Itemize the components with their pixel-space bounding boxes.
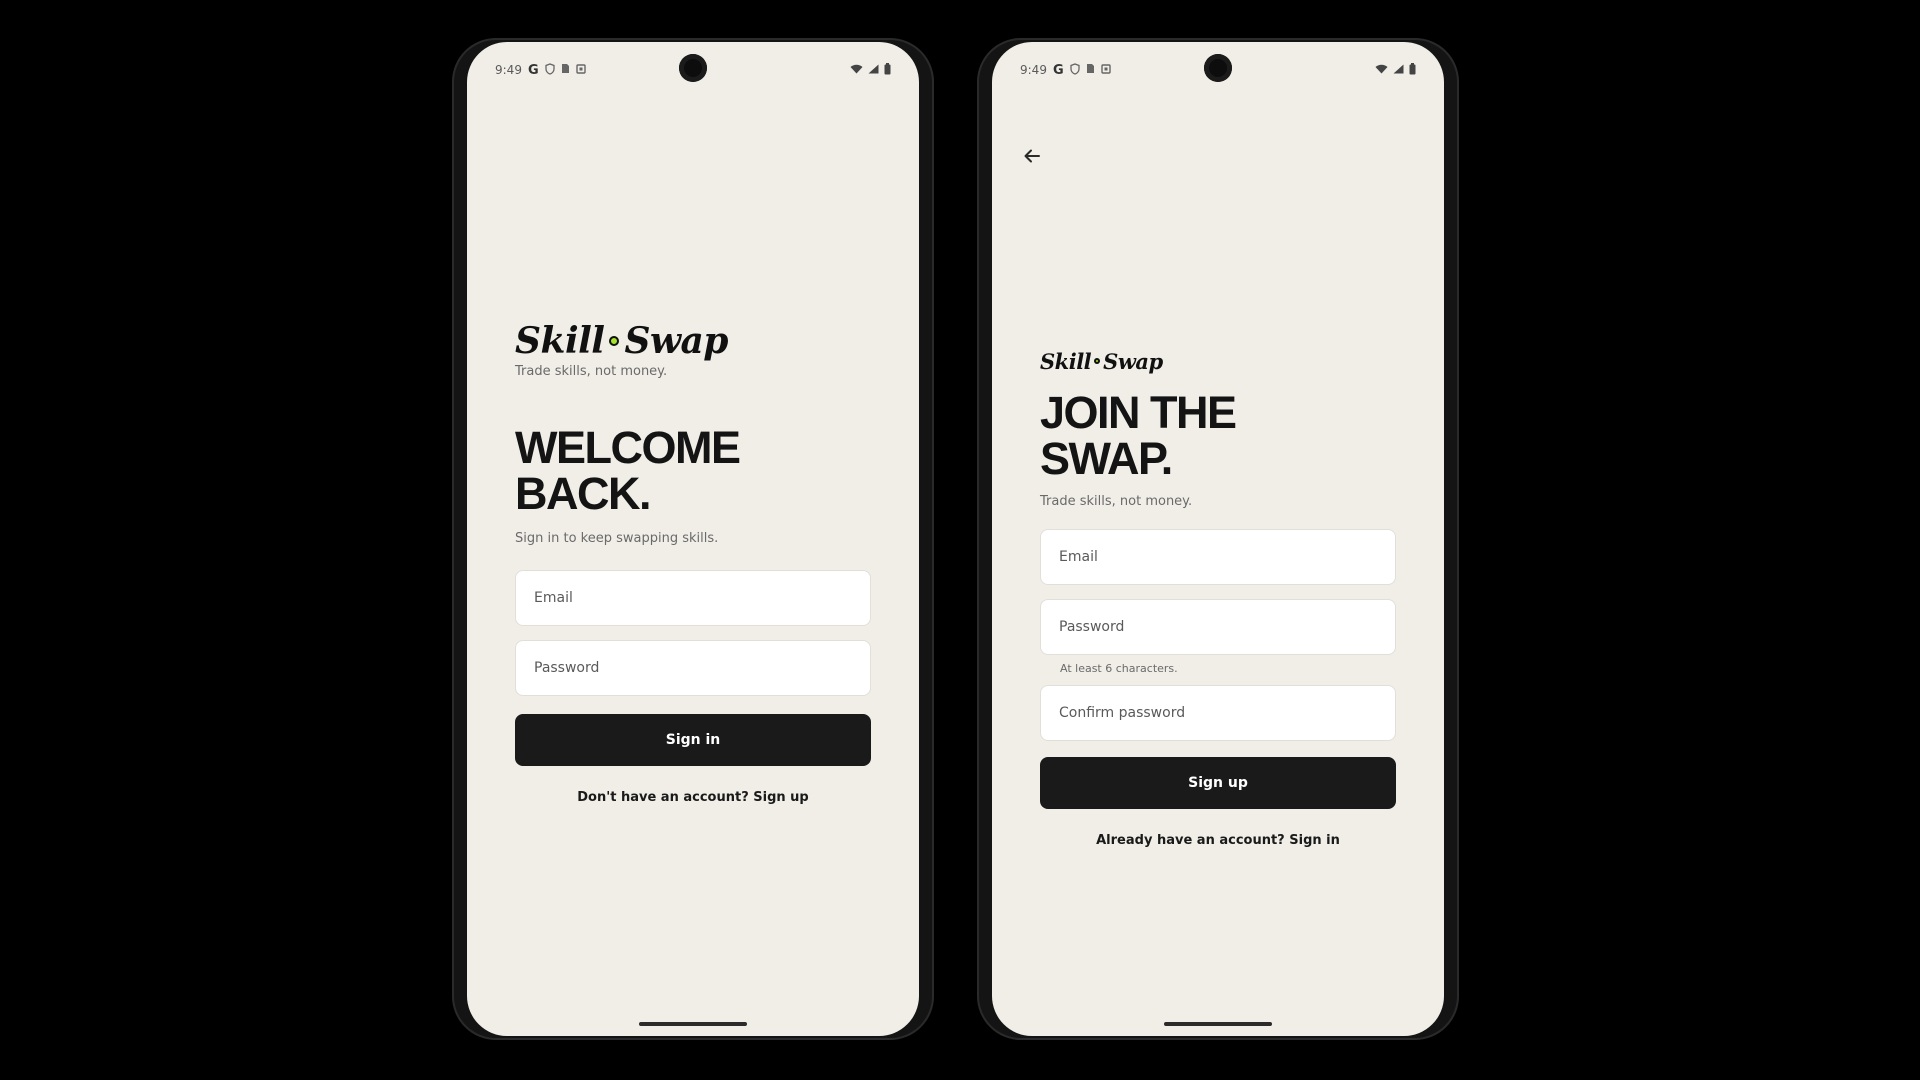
phone-signin: 9:49 G Skill Swap Trade skills, not mone… [452,38,934,1040]
status-right [850,62,891,78]
phone-signup: 9:49 G Skill Swap JOIN THE SWAP. Trade s… [977,38,1459,1040]
password-field[interactable] [1040,599,1396,655]
sim-card-icon [561,63,570,77]
tagline: Trade skills, not money. [515,364,668,379]
signup-content: Skill Swap JOIN THE SWAP. Trade skills, … [1040,348,1396,848]
tagline: Trade skills, not money. [1040,494,1193,509]
confirm-password-field[interactable] [1040,685,1396,741]
sign-in-button[interactable]: Sign in [515,714,871,766]
title-line-2: SWAP. [1040,433,1173,484]
status-right [1375,62,1416,78]
shield-icon [1069,62,1080,78]
logo-word-swap: Swap [1103,348,1163,374]
sim-card-icon [1086,63,1095,77]
logo-dot-icon [1094,358,1101,364]
password-field[interactable] [515,640,871,696]
notification-icon [1100,63,1111,77]
front-camera [1204,54,1232,82]
shield-icon [544,62,555,78]
signal-icon [868,63,879,77]
battery-icon [884,62,891,78]
status-left: 9:49 G [1020,63,1111,78]
battery-icon [1409,62,1416,78]
title-line-1: JOIN THE [1040,387,1237,438]
status-time: 9:49 [495,63,522,77]
email-field[interactable] [515,570,871,626]
wifi-icon [850,63,863,77]
front-camera [679,54,707,82]
title-line-2: BACK. [515,468,652,519]
signin-content: Skill Swap Trade skills, not money. WELC… [515,320,871,805]
logo-dot-icon [609,336,620,346]
home-indicator[interactable] [1164,1022,1272,1026]
google-icon: G [527,62,539,78]
sign-up-link[interactable]: Don't have an account? Sign up [515,790,871,805]
google-icon: G [1052,62,1064,78]
signal-icon [1393,63,1404,77]
logo-word-skill: Skill [1040,348,1092,374]
page-title: WELCOME BACK. [515,425,871,517]
signin-screen: 9:49 G Skill Swap Trade skills, not mone… [467,42,919,1036]
title-line-1: WELCOME [515,422,741,473]
status-time: 9:49 [1020,63,1047,77]
signup-screen: 9:49 G Skill Swap JOIN THE SWAP. Trade s… [992,42,1444,1036]
home-indicator[interactable] [639,1022,747,1026]
page-title: JOIN THE SWAP. [1040,390,1396,482]
stage: 9:49 G Skill Swap Trade skills, not mone… [0,0,1920,1080]
sign-in-link[interactable]: Already have an account? Sign in [1040,833,1396,848]
wifi-icon [1375,63,1388,77]
logo-word-swap: Swap [624,320,728,362]
logo-word-skill: Skill [515,320,605,362]
sign-up-button[interactable]: Sign up [1040,757,1396,809]
app-logo: Skill Swap [515,320,871,362]
notification-icon [575,63,586,77]
password-helper-text: At least 6 characters. [1060,662,1178,675]
app-logo: Skill Swap [1040,348,1396,374]
back-arrow-icon[interactable] [1018,142,1046,170]
email-field[interactable] [1040,529,1396,585]
subtitle: Sign in to keep swapping skills. [515,531,719,546]
status-left: 9:49 G [495,63,586,78]
